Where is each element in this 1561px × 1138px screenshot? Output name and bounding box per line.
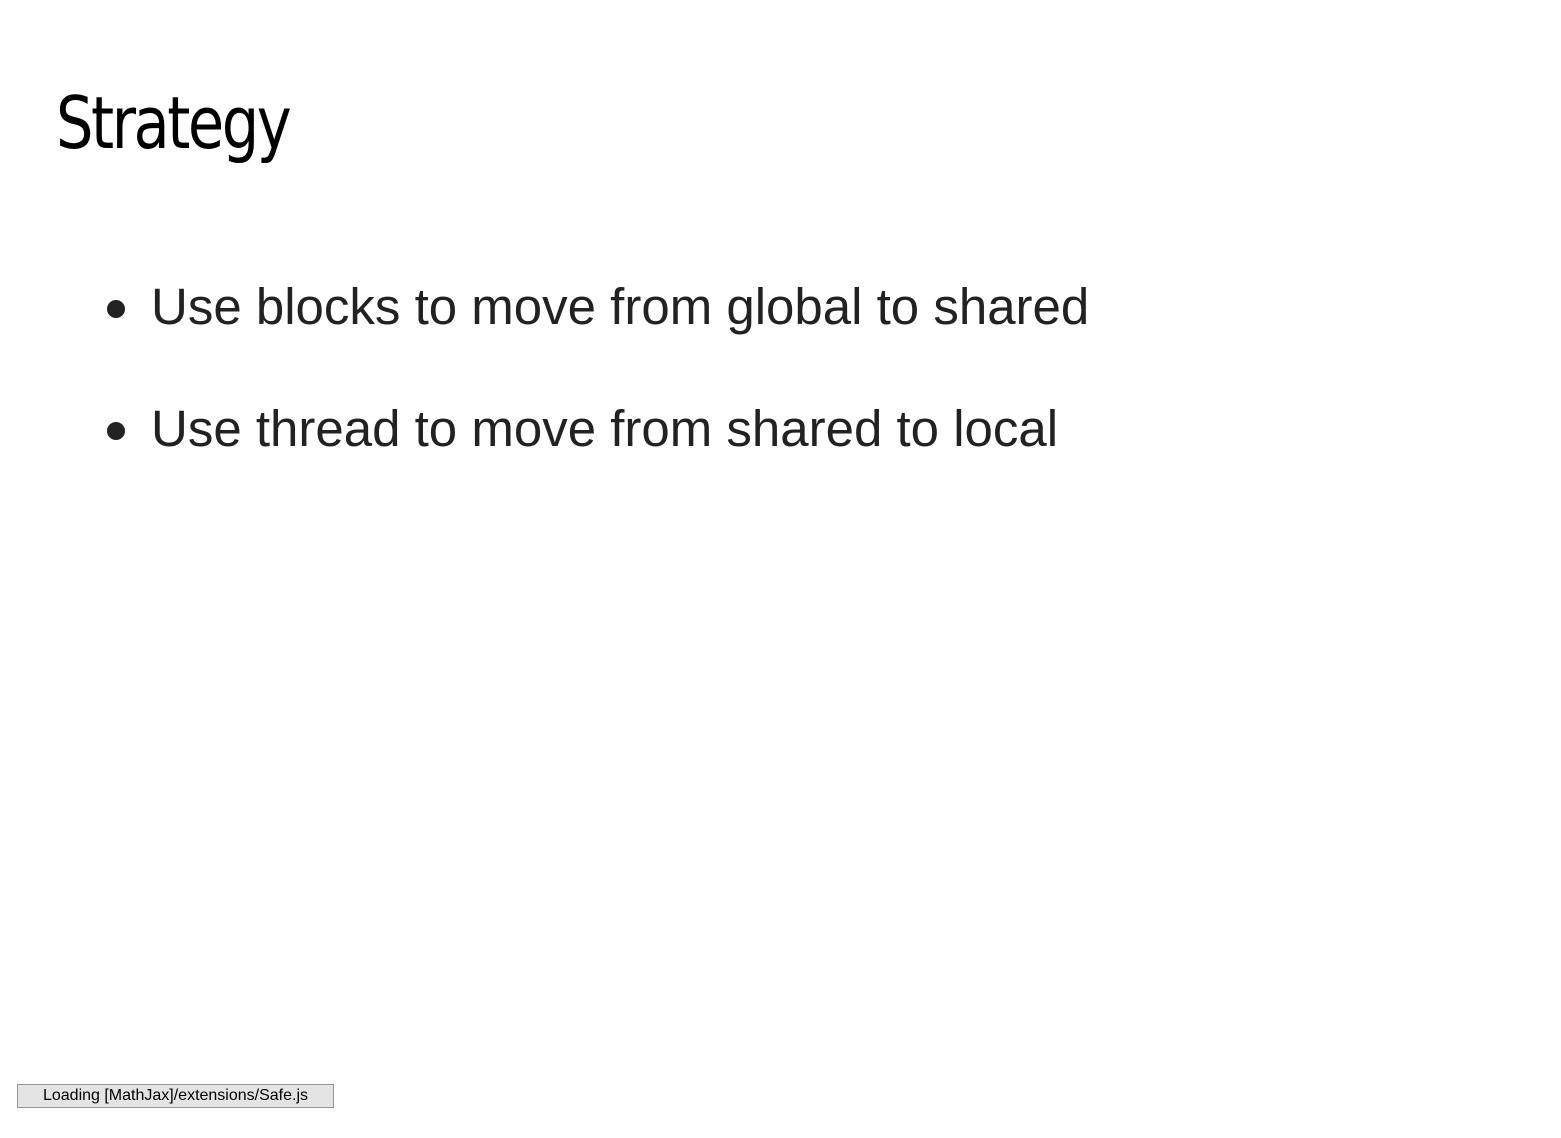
bullet-item: Use thread to move from shared to local: [107, 394, 1089, 464]
bullet-list: Use blocks to move from global to shared…: [107, 272, 1089, 516]
bullet-text: Use blocks to move from global to shared: [151, 278, 1090, 335]
bullet-dot-icon: [107, 300, 125, 318]
slide: Strategy Use blocks to move from global …: [0, 0, 1561, 1138]
bullet-text: Use thread to move from shared to local: [151, 400, 1059, 457]
slide-title: Strategy: [56, 81, 292, 165]
mathjax-loading-status: Loading [MathJax]/extensions/Safe.js: [17, 1084, 334, 1108]
bullet-item: Use blocks to move from global to shared: [107, 272, 1089, 342]
bullet-dot-icon: [107, 422, 125, 440]
